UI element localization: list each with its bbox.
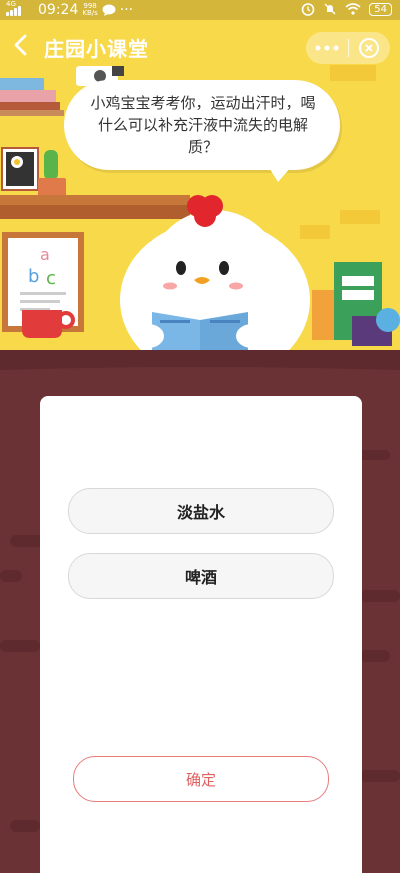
speed-unit: KB/s — [82, 9, 98, 17]
speech-bubble-tail — [268, 166, 292, 182]
battery-indicator: 54 — [369, 2, 392, 16]
more-dots-icon — [315, 45, 339, 51]
option-label-2: 啤酒 — [184, 568, 217, 587]
circle-close-icon — [359, 38, 380, 58]
option-label-1: 淡盐水 — [176, 503, 225, 522]
mini-program-capsule — [306, 32, 390, 64]
more-notifications: ··· — [119, 2, 134, 18]
option-button-2[interactable]: 啤酒 — [68, 553, 334, 599]
nav-bar: 庄园小课堂 — [0, 20, 400, 70]
close-button[interactable] — [349, 32, 391, 64]
signal-icon: 4G — [6, 0, 34, 17]
more-button[interactable] — [306, 32, 348, 64]
status-left: 4G 09:24 998 KB/s ··· — [6, 0, 134, 18]
mute-bell-icon — [324, 3, 336, 15]
app-screen: 4G 09:24 998 KB/s ··· 54 a b c 庄园小课堂 小鸡宝… — [0, 0, 400, 873]
confirm-label: 确定 — [185, 770, 216, 789]
clock: 09:24 — [38, 2, 79, 18]
letter-c: c — [46, 268, 56, 289]
chat-bubble-icon — [102, 4, 116, 16]
confirm-button[interactable]: 确定 — [73, 756, 329, 802]
letter-a: a — [40, 245, 50, 264]
question-text: 小鸡宝宝考考你，运动出汗时，喝什么可以补充汗液中流失的电解质？ — [90, 94, 316, 156]
alarm-icon — [301, 3, 315, 16]
chevron-left-icon[interactable] — [8, 32, 34, 58]
network-label: 4G — [6, 0, 16, 8]
page-title: 庄园小课堂 — [44, 37, 149, 61]
status-right: 54 — [301, 2, 392, 16]
letter-b: b — [28, 266, 39, 287]
option-button-1[interactable]: 淡盐水 — [68, 488, 334, 534]
status-bar: 4G 09:24 998 KB/s ··· 54 — [0, 0, 400, 20]
wifi-icon — [345, 3, 361, 15]
network-speed: 998 KB/s — [82, 3, 97, 17]
